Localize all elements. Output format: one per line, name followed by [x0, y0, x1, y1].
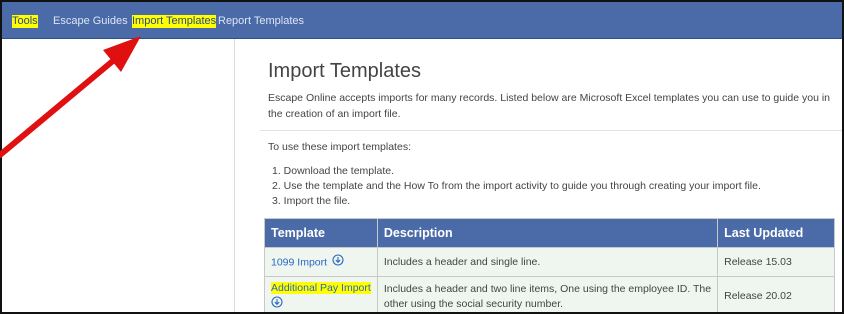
template-link-additional-pay-import[interactable]: Additional Pay Import: [271, 281, 371, 294]
last-updated-cell: Release 20.02: [717, 276, 835, 312]
column-header-last-updated: Last Updated: [717, 218, 835, 248]
table-header-row: Template Description Last Updated: [264, 218, 835, 248]
template-link-1099-import[interactable]: 1099 Import: [271, 256, 327, 268]
browser-frame: Tools Escape Guides Import Templates Rep…: [0, 0, 844, 314]
description-cell: Includes a header and single line.: [376, 247, 719, 277]
template-cell: 1099 Import: [264, 247, 378, 277]
step-item: 2. Use the template and the How To from …: [272, 180, 761, 192]
column-header-description: Description: [376, 218, 719, 248]
step-item: 1. Download the template.: [272, 165, 394, 177]
templates-table: Template Description Last Updated 1099 I…: [264, 218, 835, 313]
nav-link-tools[interactable]: Tools: [12, 15, 38, 28]
template-cell: Additional Pay Import: [264, 276, 378, 313]
nav-link-escape-guides[interactable]: Escape Guides: [53, 15, 128, 28]
download-icon[interactable]: [271, 295, 283, 313]
nav-link-import-templates[interactable]: Import Templates: [132, 15, 217, 28]
description-cell: Includes a header and two line items, On…: [376, 276, 719, 312]
step-item: 3. Import the file.: [272, 195, 351, 207]
download-icon[interactable]: [332, 253, 344, 271]
table-row: 1099 Import Includes a header and single…: [264, 247, 835, 277]
top-navigation-bar: Tools Escape Guides Import Templates Rep…: [2, 2, 842, 39]
intro-paragraph: Escape Online accepts imports for many r…: [268, 92, 831, 120]
column-header-template: Template: [264, 218, 378, 248]
last-updated-cell: Release 15.03: [717, 247, 835, 277]
howto-label: To use these import templates:: [268, 141, 411, 153]
page-title: Import Templates: [268, 60, 422, 82]
table-row: Additional Pay Import Includes a header …: [264, 276, 835, 313]
left-sidebar: [2, 39, 235, 312]
divider: [260, 130, 842, 131]
steps-list: 1. Download the template. 2. Use the tem…: [272, 164, 761, 209]
nav-link-report-templates[interactable]: Report Templates: [218, 15, 304, 28]
